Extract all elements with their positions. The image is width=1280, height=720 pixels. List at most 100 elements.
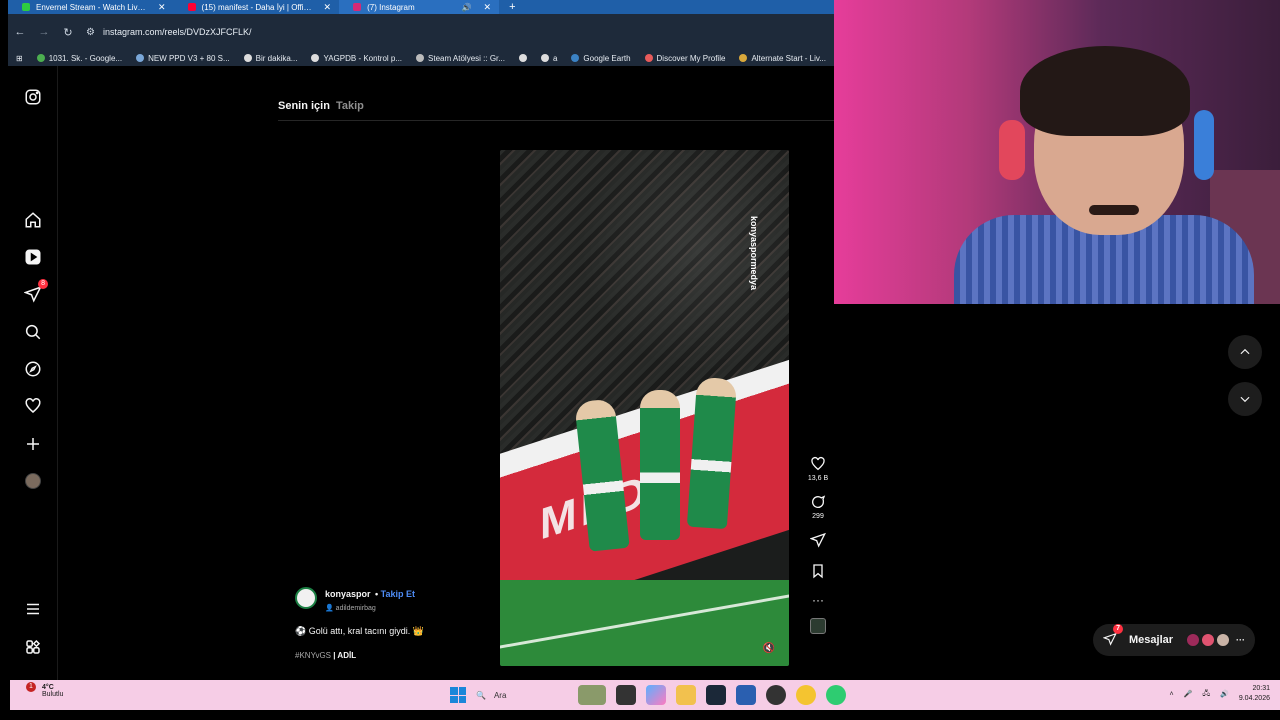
save-button[interactable] (810, 563, 826, 582)
instagram-icon (353, 3, 362, 11)
steam-icon[interactable] (706, 685, 726, 705)
globe-icon (243, 54, 252, 62)
home-icon[interactable] (22, 209, 44, 231)
comment-button[interactable]: 299 (810, 494, 826, 520)
author-line: konyaspor • Takip Et 👤 adildemirbag (295, 584, 495, 612)
tab-for-you[interactable]: Senin için (278, 100, 330, 112)
weather-widget[interactable]: 1 4°C Bulutlu (26, 682, 63, 698)
heart-icon[interactable] (22, 395, 44, 417)
pitch (500, 580, 789, 666)
bookmark[interactable]: NEW PPD V3 + 80 S... (136, 54, 230, 63)
game-icon (136, 54, 145, 62)
username[interactable]: konyaspor (325, 589, 371, 599)
windows-taskbar: 1 4°C Bulutlu 🔍 Ara ˄ 🎤 🖧 🔊 20:31 9.04.2… (10, 680, 1280, 710)
search-icon[interactable] (22, 321, 44, 343)
mute-icon[interactable]: 🔇 (763, 643, 775, 654)
bookmarks-bar: ⊞ 1031. Sk. - Google... NEW PPD V3 + 80 … (8, 50, 834, 66)
caption-text: ⚽ Golü attı, kral tacını giydi. 👑 (295, 626, 424, 636)
player (640, 390, 680, 540)
messages-label: Mesajlar (1129, 634, 1174, 646)
webcam-hair (1020, 46, 1190, 136)
hashtag[interactable]: #KNYvGS (295, 651, 331, 660)
tab-following[interactable]: Takip (336, 100, 364, 112)
bookmark[interactable]: a (540, 54, 557, 63)
video-watermark: konyaspormedya (749, 216, 759, 291)
address-bar[interactable]: ⚙ instagram.com/reels/DVDzXJFCFLK/ (86, 20, 826, 44)
close-tab-icon[interactable]: ✕ (158, 2, 166, 13)
close-tab-icon[interactable]: ✕ (484, 2, 492, 13)
start-icon[interactable] (450, 687, 466, 703)
new-tab-icon[interactable]: + (509, 1, 515, 13)
next-reel-button[interactable] (1228, 382, 1262, 416)
bookmark[interactable]: Alternate Start - Liv... (739, 54, 826, 63)
reels-icon[interactable] (22, 246, 44, 268)
network-icon[interactable]: 🖧 (1202, 689, 1210, 700)
avatar (1201, 633, 1215, 647)
hashtags: #KNYvGS | ADİL (295, 651, 495, 660)
explore-icon[interactable] (22, 358, 44, 380)
app-icon[interactable] (826, 685, 846, 705)
nexus-icon (739, 54, 748, 62)
weather-badge: 1 (26, 682, 36, 692)
share-button[interactable] (810, 532, 826, 551)
feed-tabs: Senin için Takip (278, 100, 364, 112)
ball-icon: ⚽ (295, 626, 307, 636)
volume-icon[interactable]: 🔊 (1220, 690, 1229, 698)
forward-icon[interactable]: → (32, 26, 56, 38)
bookmark[interactable]: Google Earth (571, 54, 631, 63)
back-icon[interactable]: ← (8, 26, 32, 38)
app-icon[interactable] (766, 685, 786, 705)
copilot-icon[interactable] (646, 685, 666, 705)
microphone-icon[interactable]: 🎤 (1184, 690, 1193, 698)
reel-video[interactable]: MEDI konyaspormedya 🔇 (500, 150, 789, 666)
clock[interactable]: 20:31 9.04.2026 (1239, 684, 1270, 704)
bookmark[interactable] (518, 54, 527, 62)
avatar (1186, 633, 1200, 647)
tab-envernel[interactable]: Envernel Stream - Watch Live o ✕ (8, 0, 174, 14)
chevron-up-icon[interactable]: ˄ (1170, 691, 1174, 698)
audio-button[interactable] (810, 618, 826, 634)
close-tab-icon[interactable]: ✕ (324, 2, 332, 13)
collaborator[interactable]: 👤 adildemirbag (325, 604, 415, 612)
tab-title: (7) Instagram (367, 2, 415, 12)
bookmark[interactable]: Discover My Profile (644, 54, 725, 63)
search-highlight-icon (578, 685, 606, 705)
taskbar-apps: 🔍 Ara (450, 684, 846, 706)
taskbar-search[interactable]: 🔍 Ara (476, 684, 606, 706)
sidebar: 8 (8, 66, 58, 680)
reload-icon[interactable]: ↻ (56, 26, 80, 39)
messages-button[interactable]: 7 Mesajlar ··· (1093, 623, 1255, 656)
tab-instagram[interactable]: (7) Instagram 🔊 ✕ (339, 0, 500, 14)
search-placeholder: Ara (493, 690, 507, 700)
headset (999, 120, 1025, 180)
chrome-icon[interactable] (796, 685, 816, 705)
apps-icon[interactable]: ⊞ (16, 54, 23, 63)
file-explorer-icon[interactable] (676, 685, 696, 705)
konyaspor-logo[interactable] (295, 587, 317, 609)
follow-button[interactable]: Takip Et (381, 589, 415, 599)
more-options-button[interactable]: ··· (812, 594, 824, 606)
speaker-icon[interactable]: 🔊 (462, 3, 472, 12)
site-info-icon[interactable]: ⚙ (86, 27, 95, 38)
apps-icon[interactable] (22, 636, 44, 658)
tab-youtube[interactable]: (15) manifest - Daha İyi | Officia ✕ (174, 0, 340, 14)
menu-icon[interactable] (22, 598, 44, 620)
profile-avatar[interactable] (22, 470, 44, 492)
like-button[interactable]: 13,6 B (808, 456, 828, 482)
instagram-logo-icon[interactable] (22, 86, 44, 108)
bookmark[interactable]: Steam Atölyesi :: Gr... (416, 54, 505, 63)
steam-icon (416, 54, 425, 62)
task-view-icon[interactable] (616, 685, 636, 705)
webcam-mustache (1089, 205, 1139, 215)
store-icon[interactable] (736, 685, 756, 705)
bookmark[interactable]: 1031. Sk. - Google... (36, 54, 122, 63)
direct-messages-icon[interactable]: 8 (22, 279, 48, 305)
bookmark[interactable]: YAGPDB - Kontrol p... (311, 54, 402, 63)
previous-reel-button[interactable] (1228, 335, 1262, 369)
reel-actions: 13,6 B 299 ··· (802, 456, 834, 646)
url-text: instagram.com/reels/DVDzXJFCFLK/ (102, 27, 252, 37)
browser-tabbar: Envernel Stream - Watch Live o ✕ (15) ma… (8, 0, 834, 14)
more-icon: ··· (1236, 635, 1245, 645)
bookmark[interactable]: Bir dakika... (243, 54, 297, 63)
create-icon[interactable] (22, 433, 44, 455)
